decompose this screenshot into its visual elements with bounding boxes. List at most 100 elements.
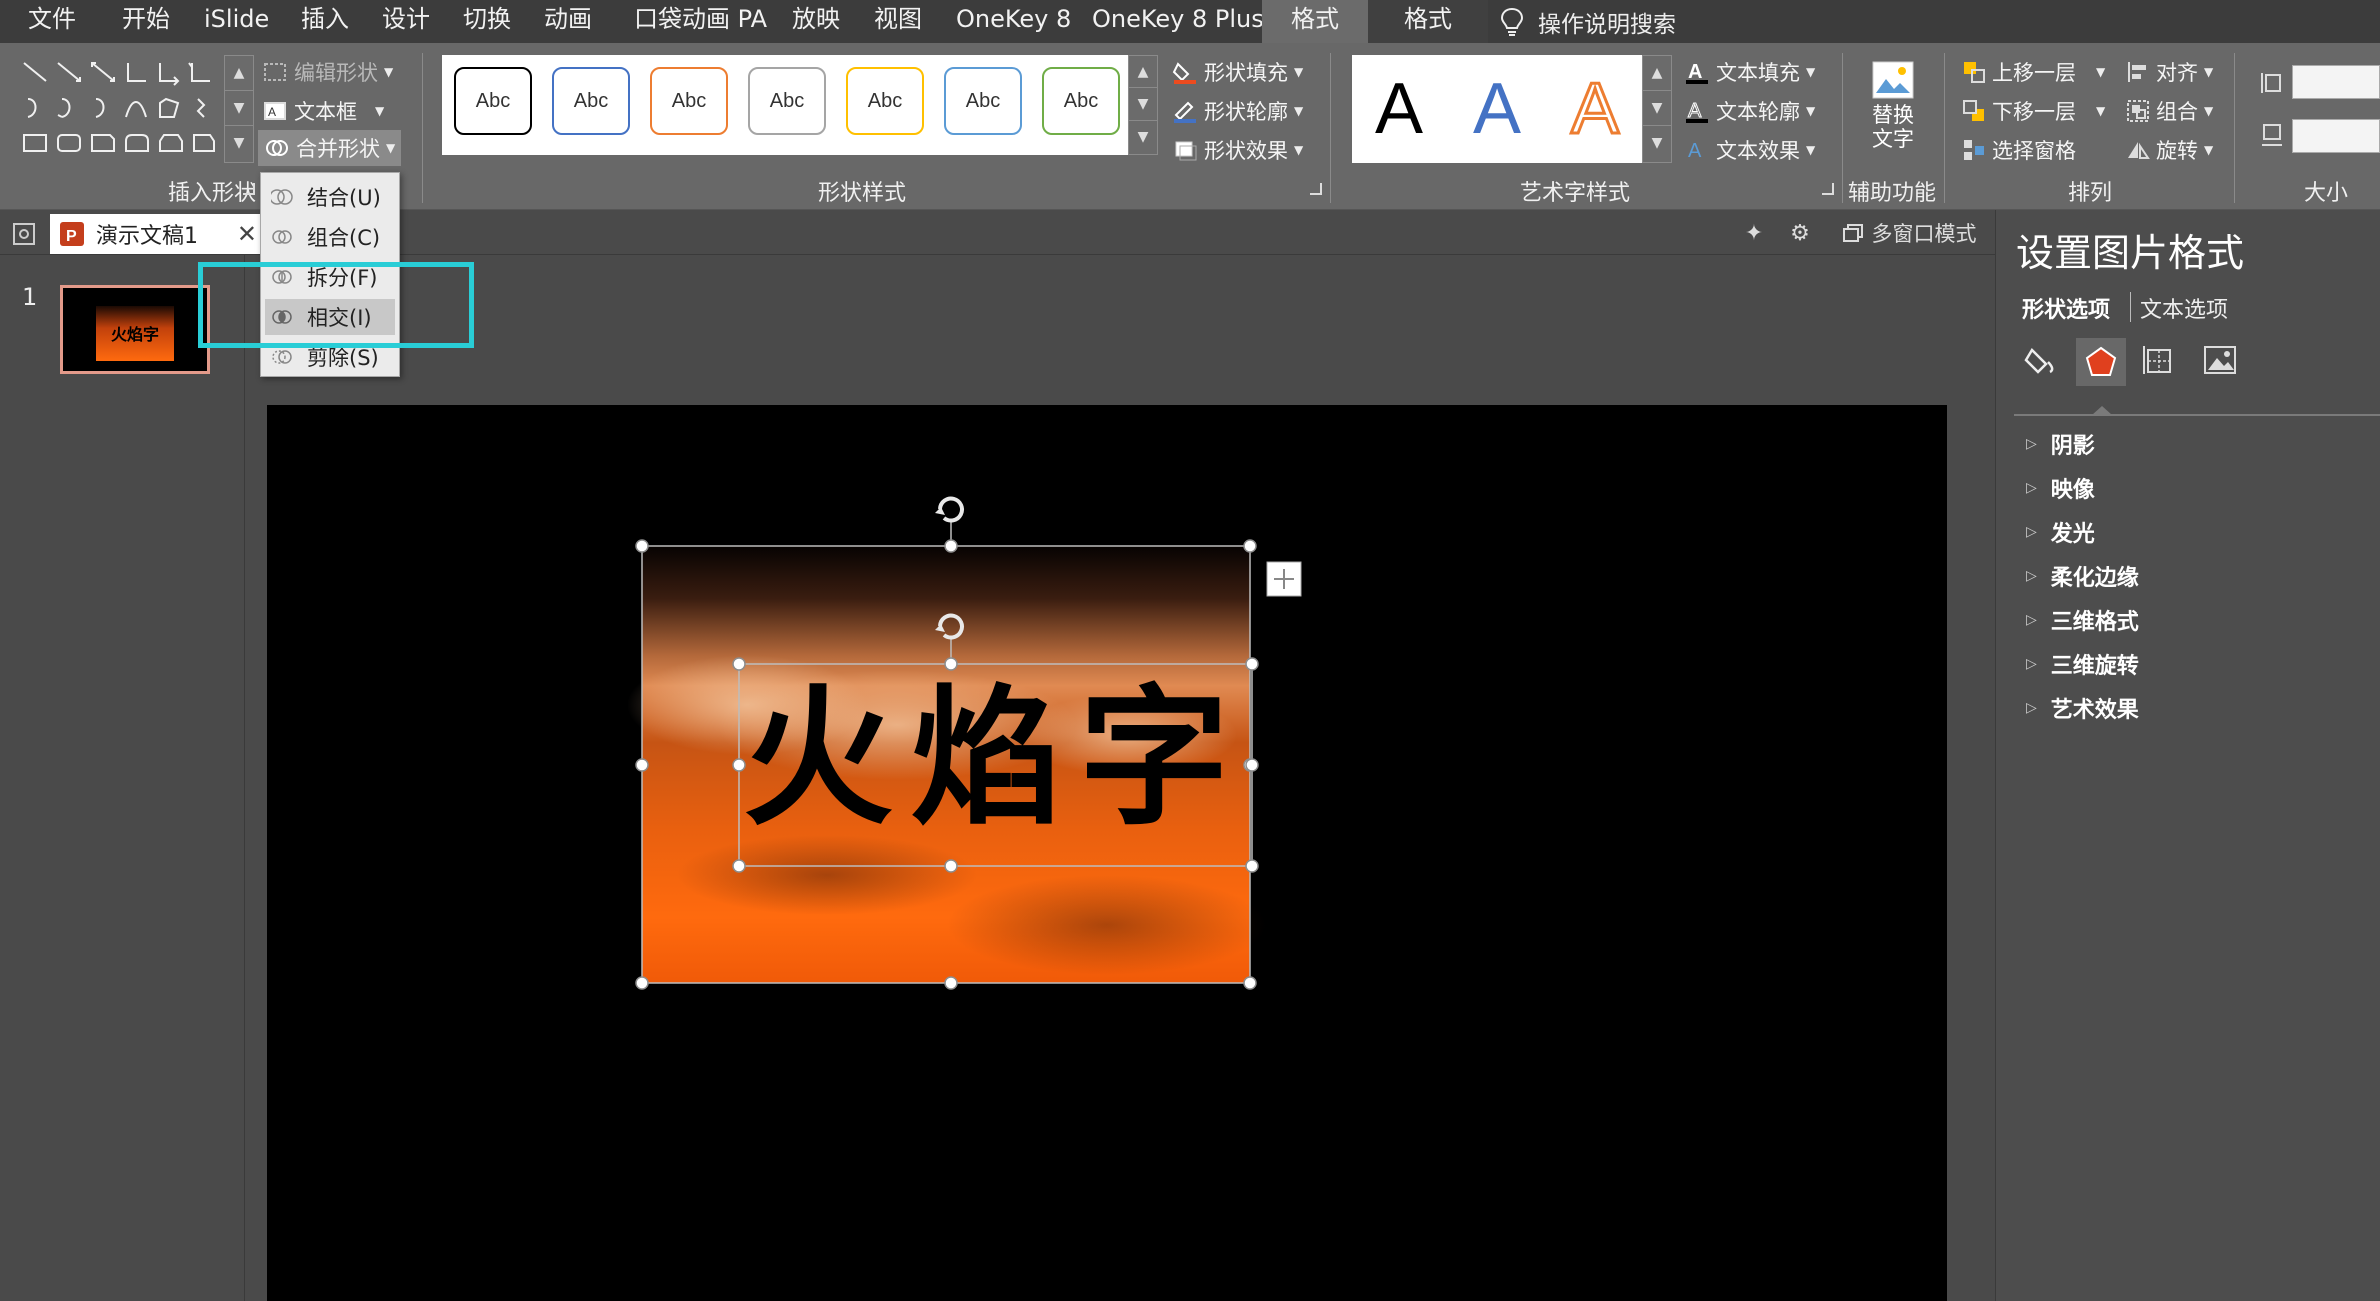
shapes-gallery-scroll[interactable]: ▲ ▼ ▼ xyxy=(224,55,254,163)
shape-outline-button[interactable]: 形状轮廓 ▼ xyxy=(1172,96,1303,126)
slide-title-text[interactable]: 火焰字 xyxy=(743,670,1247,846)
search-label: 操作说明搜索 xyxy=(1538,11,1676,38)
shapes-gallery[interactable] xyxy=(14,53,224,161)
wordart-thumb-orange[interactable]: A xyxy=(1550,67,1640,151)
rotate-handle-icon[interactable] xyxy=(935,496,964,546)
menu-item-combine[interactable]: 组合(C) xyxy=(265,219,395,255)
scroll-down-icon[interactable]: ▼ xyxy=(225,91,253,126)
pane-divider xyxy=(2014,414,2380,416)
menu-onekey8-plus[interactable]: OneKey 8 Plus xyxy=(1092,0,1264,43)
shape-style-thumb[interactable]: Abc xyxy=(454,67,532,135)
layout-options-button[interactable] xyxy=(1266,561,1302,597)
section-shadow[interactable]: ▷ 阴影 xyxy=(2026,428,2095,460)
document-tab[interactable]: P 演示文稿1 ✕ xyxy=(50,214,265,254)
wordart-thumb-black[interactable]: A xyxy=(1354,67,1444,151)
tell-me-search[interactable]: 操作说明搜索 xyxy=(1500,0,1676,43)
text-outline-button[interactable]: A 文本轮廓 ▼ xyxy=(1684,96,1815,126)
send-backward-button[interactable]: 下移一层 ▼ xyxy=(1962,96,2105,126)
menu-format-drawing[interactable]: 格式 xyxy=(1262,0,1368,43)
expand-arrow-icon: ▷ xyxy=(2026,436,2037,452)
group-button[interactable]: 组合 ▼ xyxy=(2126,96,2213,126)
gear-icon[interactable]: ⚙ xyxy=(1782,216,1818,250)
menu-home[interactable]: 开始 xyxy=(122,0,170,43)
effects-tab[interactable] xyxy=(2076,338,2126,386)
picture-tab[interactable] xyxy=(2198,338,2242,382)
chevron-down-icon: ▼ xyxy=(375,104,385,118)
chevron-down-icon: ▼ xyxy=(2204,143,2214,157)
section-reflection[interactable]: ▷ 映像 xyxy=(2026,472,2095,504)
scroll-down-icon[interactable]: ▼ xyxy=(1643,91,1671,126)
group-separator xyxy=(1944,53,1945,203)
scroll-down-icon[interactable]: ▼ xyxy=(1129,88,1157,121)
size-properties-tab[interactable] xyxy=(2136,338,2180,382)
multi-window-button[interactable]: 多窗口模式 xyxy=(1834,216,1984,250)
section-soft-edges[interactable]: ▷ 柔化边缘 xyxy=(2026,560,2139,592)
edit-shape-button[interactable]: 编辑形状 ▼ xyxy=(262,57,393,87)
menu-islide[interactable]: iSlide xyxy=(204,0,269,43)
expand-arrow-icon: ▷ xyxy=(2026,612,2037,628)
section-glow[interactable]: ▷ 发光 xyxy=(2026,516,2095,548)
text-effects-button[interactable]: A 文本效果 ▼ xyxy=(1684,135,1815,165)
scroll-up-icon[interactable]: ▲ xyxy=(1129,56,1157,89)
chevron-down-icon: ▼ xyxy=(2096,104,2106,118)
format-picture-pane: 设置图片格式 形状选项 文本选项 ▷ 阴影 ▷ 映像 ▷ 发光 ▷ 柔化边缘 ▷ 三维格式… xyxy=(1995,210,2380,1301)
menu-pocket-animation[interactable]: 口袋动画 PA xyxy=(634,0,767,43)
gallery-more-icon[interactable]: ▼ xyxy=(1643,126,1671,161)
shape-style-thumb[interactable]: Abc xyxy=(650,67,728,135)
menu-item-union[interactable]: 结合(U) xyxy=(265,179,395,215)
dialog-launcher-icon[interactable] xyxy=(1310,183,1322,195)
scroll-up-icon[interactable]: ▲ xyxy=(225,56,253,91)
menu-file[interactable]: 文件 xyxy=(28,0,76,43)
text-fill-button[interactable]: A 文本填充 ▼ xyxy=(1684,57,1815,87)
gallery-more-icon[interactable]: ▼ xyxy=(225,126,253,161)
shape-style-thumb[interactable]: Abc xyxy=(552,67,630,135)
scroll-up-icon[interactable]: ▲ xyxy=(1643,56,1671,91)
menu-format-picture[interactable]: 格式 xyxy=(1368,0,1488,43)
shape-style-thumb[interactable]: Abc xyxy=(846,67,924,135)
group-separator xyxy=(2234,53,2235,203)
align-label: 对齐 xyxy=(2156,61,2198,85)
text-box-label: 文本框 xyxy=(294,100,357,124)
menu-transitions[interactable]: 切换 xyxy=(463,0,511,43)
tab-shape-options[interactable]: 形状选项 xyxy=(2022,292,2110,324)
section-artistic-effects[interactable]: ▷ 艺术效果 xyxy=(2026,692,2139,724)
chevron-down-icon: ▼ xyxy=(386,141,396,155)
text-box-button[interactable]: A 文本框 ▼ xyxy=(262,96,384,126)
merge-shapes-button[interactable]: 合并形状 ▼ xyxy=(258,130,402,166)
shape-effects-button[interactable]: 形状效果 ▼ xyxy=(1172,135,1303,165)
shape-fill-label: 形状填充 xyxy=(1204,61,1288,85)
rotate-button[interactable]: 旋转 ▼ xyxy=(2126,135,2213,165)
slide-thumbnail[interactable]: 火焰字 xyxy=(60,285,210,374)
wand-icon[interactable]: ✦ xyxy=(1736,216,1772,250)
align-button[interactable]: 对齐 ▼ xyxy=(2126,57,2213,87)
menu-animations[interactable]: 动画 xyxy=(544,0,592,43)
close-tab-icon[interactable]: ✕ xyxy=(237,220,257,248)
dialog-launcher-icon[interactable] xyxy=(1822,183,1834,195)
shape-width-input[interactable] xyxy=(2292,119,2380,153)
new-window-icon[interactable] xyxy=(10,220,38,248)
shape-styles-scroll[interactable]: ▲ ▼ ▼ xyxy=(1128,55,1158,155)
section-3d-format[interactable]: ▷ 三维格式 xyxy=(2026,604,2139,636)
gallery-more-icon[interactable]: ▼ xyxy=(1129,121,1157,153)
menu-design[interactable]: 设计 xyxy=(382,0,430,43)
alt-text-button[interactable]: 替换 文字 xyxy=(1860,59,1926,169)
wordart-styles-scroll[interactable]: ▲ ▼ ▼ xyxy=(1642,55,1672,163)
menu-view[interactable]: 视图 xyxy=(874,0,922,43)
wordart-thumb-blue[interactable]: A xyxy=(1452,67,1542,151)
shape-style-thumb[interactable]: Abc xyxy=(1042,67,1120,135)
selection-pane-button[interactable]: 选择窗格 xyxy=(1962,135,2076,165)
menu-onekey8[interactable]: OneKey 8 xyxy=(956,0,1071,43)
shape-style-thumb[interactable]: Abc xyxy=(944,67,1022,135)
shape-style-thumb[interactable]: Abc xyxy=(748,67,826,135)
shape-styles-gallery[interactable]: Abc Abc Abc Abc Abc Abc Abc xyxy=(442,55,1128,155)
fill-line-tab[interactable] xyxy=(2020,338,2064,382)
wordart-styles-gallery[interactable]: A A A xyxy=(1352,55,1642,163)
bring-forward-button[interactable]: 上移一层 ▼ xyxy=(1962,57,2105,87)
section-3d-rotation[interactable]: ▷ 三维旋转 xyxy=(2026,648,2139,680)
menu-insert[interactable]: 插入 xyxy=(301,0,349,43)
dialog-launcher-icon[interactable] xyxy=(243,183,255,195)
tab-text-options[interactable]: 文本选项 xyxy=(2140,292,2228,324)
menu-slideshow[interactable]: 放映 xyxy=(792,0,840,43)
shape-fill-button[interactable]: 形状填充 ▼ xyxy=(1172,57,1303,87)
shape-height-input[interactable] xyxy=(2292,65,2380,99)
